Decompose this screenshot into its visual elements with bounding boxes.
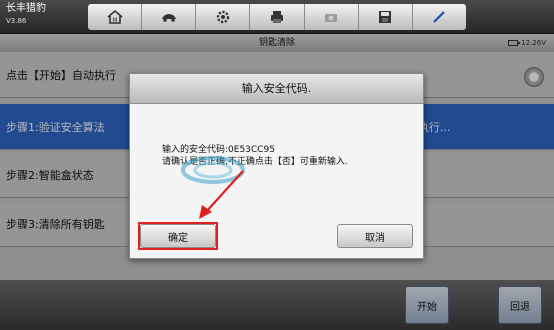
annotation-arrow: [199, 170, 244, 219]
diagnostic-screen: 长丰猎豹 V3.86 M 钥匙清除 12.26V 点击【开始】自动执行 步骤1:…: [0, 0, 554, 330]
